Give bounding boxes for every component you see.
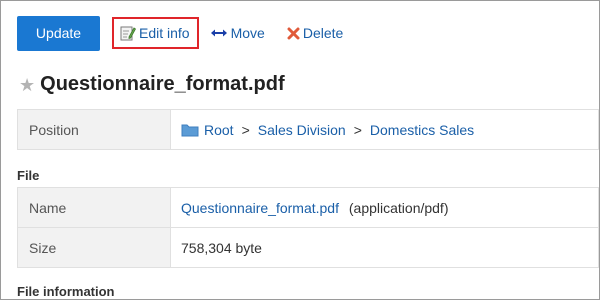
position-table: Position Root > Sales Division > Domestics S… (17, 109, 599, 150)
file-section-heading: File (17, 168, 40, 183)
delete-label: Delete (302, 25, 344, 41)
breadcrumb-sales-division-link[interactable]: Sales Division (258, 122, 346, 138)
edit-icon (120, 25, 136, 41)
edit-info-label: Edit info (139, 25, 190, 41)
page-title: Questionnaire_format.pdf (40, 73, 285, 95)
file-name-label: Name (17, 187, 171, 228)
file-size-label: Size (17, 227, 171, 268)
file-name-cell: Questionnaire_format.pdf (application/pd… (170, 187, 599, 228)
mime-type: (application/pdf) (348, 199, 449, 216)
position-label: Position (17, 109, 171, 150)
folder-icon (181, 123, 199, 137)
position-row: Position Root > Sales Division > Domestics S… (17, 109, 599, 150)
move-label: Move (230, 25, 265, 41)
star-icon[interactable]: ★ (19, 76, 35, 94)
edit-info-button[interactable]: Edit info (112, 17, 199, 49)
delete-button[interactable]: Delete (287, 17, 343, 49)
breadcrumb-root-link[interactable]: Root (204, 122, 234, 138)
file-table: Name Questionnaire_format.pdf (applicati… (17, 187, 599, 268)
delete-x-icon (287, 27, 300, 40)
title-row: ★ Questionnaire_format.pdf (19, 73, 285, 96)
file-size-value: 758,304 byte (170, 227, 599, 268)
file-size-row: Size 758,304 byte (17, 227, 599, 268)
breadcrumb-separator: > (353, 121, 362, 138)
file-name-link[interactable]: Questionnaire_format.pdf (181, 200, 339, 216)
breadcrumb-domestics-sales-link[interactable]: Domestics Sales (370, 122, 474, 138)
file-name-row: Name Questionnaire_format.pdf (applicati… (17, 187, 599, 228)
file-detail-panel: Update Edit info Move Delete ★ Questionn… (0, 0, 600, 300)
move-button[interactable]: Move (210, 17, 265, 49)
toolbar: Update Edit info Move Delete (17, 15, 343, 51)
move-arrows-icon (210, 27, 228, 39)
breadcrumb-separator: > (241, 121, 250, 138)
file-information-heading: File information (17, 284, 115, 299)
update-button[interactable]: Update (17, 15, 100, 51)
breadcrumb: Root > Sales Division > Domestics Sales (170, 109, 599, 150)
